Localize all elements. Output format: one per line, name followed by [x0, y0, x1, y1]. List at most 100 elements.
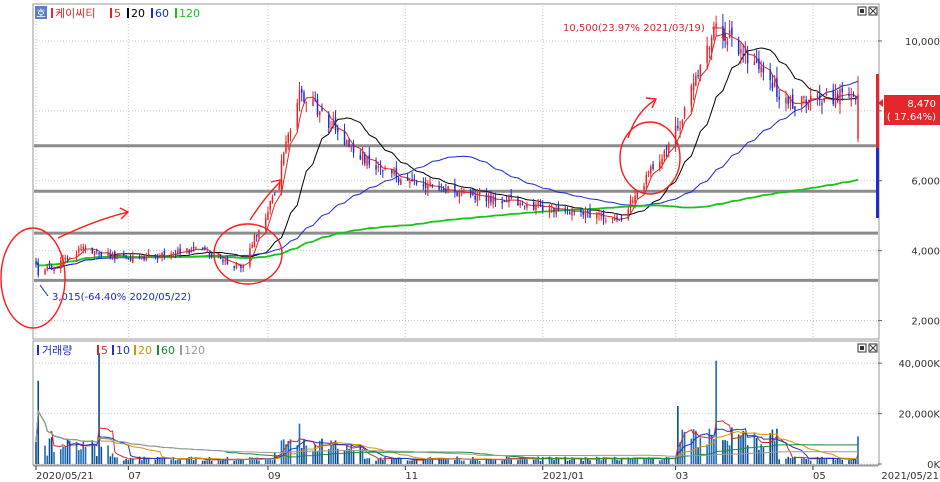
volume-bar-44 — [174, 460, 177, 464]
volume-bar-219 — [726, 440, 729, 464]
volume-bar-147 — [501, 460, 503, 464]
candle-body-61 — [226, 258, 229, 265]
candle-body-41 — [163, 251, 166, 257]
candle-body-94 — [332, 121, 335, 128]
volume-bar-202 — [674, 458, 677, 464]
legend-ma5: 5 — [114, 7, 121, 20]
volume-bar-193 — [645, 458, 648, 464]
volume-bar-190 — [634, 458, 636, 464]
candle-body-187 — [627, 209, 630, 220]
chart-svg: 2,0004,0006,0008,00010,000 호 케이씨티 5 20 6… — [0, 3, 940, 482]
volume-bar-258 — [850, 459, 853, 464]
candle-body-118 — [409, 181, 411, 184]
candle-body-237 — [785, 98, 787, 104]
volume-bar-173 — [582, 460, 585, 464]
candle-body-151 — [510, 194, 512, 198]
volume-bar-218 — [724, 440, 726, 464]
volume-bar-133 — [456, 456, 458, 464]
candle-body-83 — [298, 89, 301, 105]
high-label: 10,500(23.97% 2021/03/19) — [563, 23, 705, 34]
candle-body-9 — [64, 257, 67, 260]
candle-body-89 — [316, 98, 319, 115]
candle-body-173 — [582, 211, 584, 215]
candle-body-60 — [224, 259, 226, 262]
candle-body-197 — [659, 161, 661, 170]
candle-body-33 — [141, 256, 143, 258]
candle-body-147 — [501, 201, 503, 204]
candle-body-168 — [566, 209, 569, 211]
volume-bar-257 — [848, 460, 850, 464]
candle-body-84 — [300, 88, 303, 93]
candle-body-95 — [334, 117, 337, 131]
candle-body-81 — [289, 130, 292, 134]
volume-bar-75 — [271, 460, 274, 464]
candle-body-198 — [661, 158, 663, 165]
vol-legend-swatch-ma10 — [112, 345, 114, 355]
volume-bar-141 — [478, 460, 481, 464]
candle-body-146 — [494, 197, 497, 202]
volume-bar-132 — [454, 460, 456, 464]
candle-body-154 — [521, 203, 524, 205]
price-panel-frame — [32, 3, 880, 340]
candle-body-176 — [589, 209, 591, 218]
candle-body-162 — [548, 208, 551, 213]
volume-bar-29 — [127, 460, 130, 464]
candle-body-73 — [267, 211, 269, 220]
volume-bar-99 — [348, 448, 350, 464]
candle-body-203 — [677, 126, 679, 129]
volume-bar-192 — [643, 458, 645, 464]
candle-body-28 — [125, 255, 127, 257]
volume-bar-95 — [334, 440, 337, 464]
candle-body-240 — [791, 94, 794, 109]
candle-body-6 — [53, 267, 55, 272]
x-tick-label-1: 07 — [128, 471, 141, 482]
last-price: 8,470 — [907, 99, 936, 110]
candle-body-16 — [84, 247, 87, 249]
candle-body-48 — [188, 249, 190, 254]
volume-bar-25 — [114, 457, 116, 464]
candle-body-103 — [361, 150, 364, 161]
volume-bar-10 — [66, 439, 69, 464]
volume-bar-228 — [755, 438, 758, 464]
candle-body-75 — [271, 196, 274, 203]
candle-body-138 — [472, 192, 474, 195]
candle-body-24 — [111, 252, 114, 259]
candle-body-229 — [758, 58, 760, 70]
candle-body-219 — [726, 41, 729, 45]
volume-bar-46 — [179, 459, 181, 464]
candle-body-189 — [632, 200, 634, 203]
volume-bar-87 — [312, 450, 314, 464]
candle-body-174 — [584, 211, 587, 218]
candle-body-247 — [816, 95, 819, 98]
candle-body-125 — [429, 182, 431, 186]
vol-legend-ma10: 10 — [116, 344, 130, 357]
candle-body-165 — [555, 207, 557, 215]
candle-body-161 — [541, 205, 544, 211]
candle-body-199 — [663, 151, 666, 158]
candle-body-52 — [201, 247, 204, 249]
candle-body-143 — [487, 195, 490, 204]
x-tick-label-5: 03 — [676, 471, 689, 482]
candle-body-2 — [44, 269, 46, 275]
candle-body-259 — [852, 95, 855, 97]
volume-bar-88 — [314, 444, 317, 464]
candle-body-26 — [116, 254, 118, 260]
price-tick-label-0: 2,000 — [911, 317, 940, 328]
volume-bar-28 — [125, 458, 127, 464]
candle-body-212 — [706, 45, 708, 63]
candle-body-184 — [616, 216, 618, 220]
candle-body-145 — [492, 195, 494, 205]
legend-swatch-ma60 — [151, 8, 153, 18]
volume-bar-146 — [494, 459, 497, 464]
volume-bar-117 — [406, 460, 409, 464]
candle-body-128 — [440, 190, 443, 192]
candle-body-183 — [614, 218, 616, 221]
candle-body-11 — [69, 257, 71, 259]
candle-body-32 — [138, 256, 141, 258]
volume-bar-209 — [695, 430, 697, 464]
candle-body-82 — [296, 103, 298, 129]
candle-body-56 — [210, 253, 213, 257]
candle-body-29 — [127, 258, 130, 260]
candle-body-225 — [744, 48, 747, 52]
volume-bar-152 — [517, 460, 519, 464]
